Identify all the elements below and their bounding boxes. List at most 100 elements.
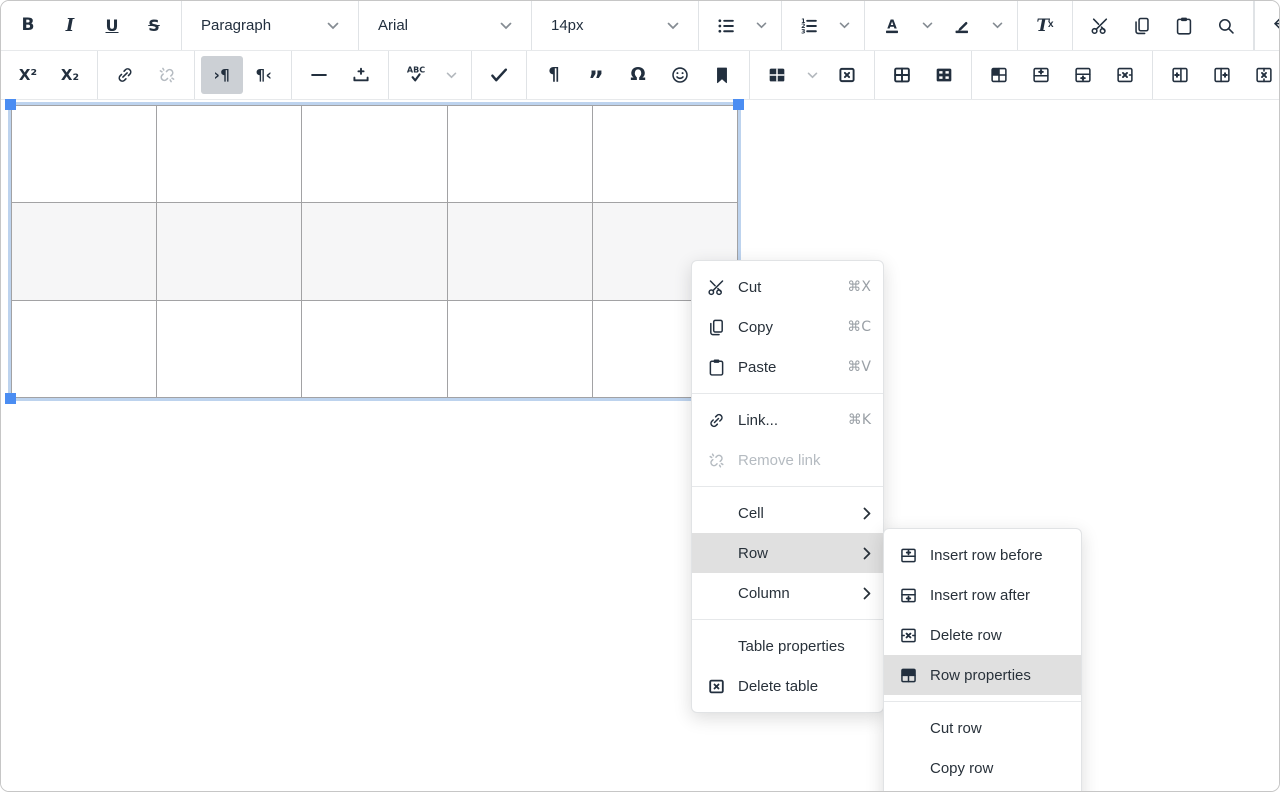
table-properties-group [875, 51, 972, 99]
menu-item-row[interactable]: Row [692, 533, 883, 573]
spellcheck-dropdown-button[interactable] [437, 56, 465, 94]
resize-handle-top-right[interactable] [733, 99, 744, 110]
emoji-button[interactable] [659, 56, 701, 94]
special-character-button[interactable]: Ω [617, 56, 659, 94]
resize-handle-top-left[interactable] [5, 99, 16, 110]
remove-link-button[interactable] [146, 56, 188, 94]
insert-link-button[interactable] [104, 56, 146, 94]
delete-row-button[interactable] [1104, 56, 1146, 94]
page-break-button[interactable] [340, 56, 382, 94]
menu-item-label: Link... [738, 412, 778, 429]
menu-item-copy[interactable]: Copy ⌘C [692, 307, 883, 347]
menu-item-insert-row-after[interactable]: Insert row after [884, 575, 1081, 615]
menu-item-paste[interactable]: Paste ⌘V [692, 347, 883, 387]
bullet-list-button[interactable] [705, 7, 747, 45]
insert-table-dropdown-button[interactable] [798, 56, 826, 94]
blockquote-button[interactable]: ” [575, 56, 617, 94]
table-cell[interactable] [157, 106, 302, 203]
table-row [12, 203, 738, 300]
numbered-list-button[interactable]: 1 2 3 [788, 7, 830, 45]
menu-item-cut-row[interactable]: Cut row [884, 708, 1081, 748]
menu-item-delete-row[interactable]: Delete row [884, 615, 1081, 655]
underline-button[interactable]: U [91, 7, 133, 45]
table-cell[interactable] [12, 106, 157, 203]
menu-item-label: Paste [738, 359, 776, 376]
insert-column-before-button[interactable] [1159, 56, 1201, 94]
highlight-color-dropdown-button[interactable] [983, 7, 1011, 45]
bold-icon: B [22, 17, 35, 34]
subscript-button[interactable]: X₂ [49, 56, 91, 94]
highlighter-icon [951, 15, 973, 37]
table-cell[interactable] [592, 106, 737, 203]
paragraph-style-select[interactable]: Paragraph [188, 7, 352, 45]
table-properties-button[interactable] [881, 56, 923, 94]
table-cell[interactable] [447, 106, 592, 203]
text-color-dropdown-button[interactable] [913, 7, 941, 45]
chevron-down-icon [667, 22, 679, 30]
delete-column-button[interactable] [1243, 56, 1280, 94]
table-cell[interactable] [12, 203, 157, 300]
text-color-icon: A [881, 15, 903, 37]
menu-item-column[interactable]: Column [692, 573, 883, 613]
table-cell[interactable] [12, 300, 157, 397]
selected-table[interactable] [11, 105, 738, 398]
menu-item-link[interactable]: Link... ⌘K [692, 400, 883, 440]
undo-button[interactable] [1261, 7, 1280, 45]
menu-item-cut[interactable]: Cut ⌘X [692, 267, 883, 307]
editor-canvas[interactable]: Cut ⌘X Copy ⌘C Paste ⌘V [1, 100, 1279, 792]
link-group [98, 51, 195, 99]
menu-item-delete-table[interactable]: Delete table [692, 666, 883, 706]
menu-item-table-properties[interactable]: Table properties [692, 626, 883, 666]
symbols-group: ¶ ” Ω [527, 51, 750, 99]
menu-item-cell[interactable]: Cell [692, 493, 883, 533]
menu-item-paste-row-before[interactable]: Paste row before [884, 788, 1081, 792]
chevron-down-icon [992, 22, 1003, 29]
ltr-button[interactable]: ›¶ [201, 56, 243, 94]
bold-button[interactable]: B [7, 7, 49, 45]
table-row-properties-button[interactable] [923, 56, 965, 94]
copy-button[interactable] [1121, 7, 1163, 45]
menu-item-row-properties[interactable]: Row properties [884, 655, 1081, 695]
numbered-list-dropdown-button[interactable] [830, 7, 858, 45]
delete-table-button[interactable] [826, 56, 868, 94]
table-row-group [972, 51, 1153, 99]
search-button[interactable] [1205, 7, 1247, 45]
paste-button[interactable] [1163, 7, 1205, 45]
superscript-button[interactable]: X² [7, 56, 49, 94]
spellcheck-button[interactable]: ABC [395, 56, 437, 94]
table-cell[interactable] [447, 300, 592, 397]
chevron-down-icon [756, 22, 767, 29]
menu-item-copy-row[interactable]: Copy row [884, 748, 1081, 788]
cut-button[interactable] [1079, 7, 1121, 45]
insert-row-before-button[interactable] [1020, 56, 1062, 94]
insert-column-after-button[interactable] [1201, 56, 1243, 94]
table-cell[interactable] [302, 203, 447, 300]
highlight-color-button[interactable] [941, 7, 983, 45]
anchor-bookmark-button[interactable] [701, 56, 743, 94]
table-cell-properties-button[interactable] [978, 56, 1020, 94]
table-cell[interactable] [157, 203, 302, 300]
emoji-icon [669, 64, 691, 86]
menu-item-shortcut: ⌘C [847, 319, 871, 335]
checkmark-button[interactable] [478, 56, 520, 94]
strikethrough-button[interactable]: S [133, 7, 175, 45]
insert-table-button[interactable] [756, 56, 798, 94]
menu-separator [692, 486, 883, 487]
clear-formatting-button[interactable]: Tx [1024, 7, 1066, 45]
horizontal-rule-button[interactable] [298, 56, 340, 94]
italic-button[interactable]: I [49, 7, 91, 45]
text-color-button[interactable]: A [871, 7, 913, 45]
menu-item-insert-row-before[interactable]: Insert row before [884, 535, 1081, 575]
table-cell[interactable] [157, 300, 302, 397]
table-cell[interactable] [302, 300, 447, 397]
font-size-select[interactable]: 14px [538, 7, 692, 45]
table-cell[interactable] [302, 106, 447, 203]
paragraph-marks-button[interactable]: ¶ [533, 56, 575, 94]
rtl-button[interactable]: ¶‹ [243, 56, 285, 94]
resize-handle-bottom-left[interactable] [5, 393, 16, 404]
table-cell[interactable] [447, 203, 592, 300]
menu-item-remove-link[interactable]: Remove link [692, 440, 883, 480]
font-family-select[interactable]: Arial [365, 7, 525, 45]
insert-row-after-button[interactable] [1062, 56, 1104, 94]
bullet-list-dropdown-button[interactable] [747, 7, 775, 45]
